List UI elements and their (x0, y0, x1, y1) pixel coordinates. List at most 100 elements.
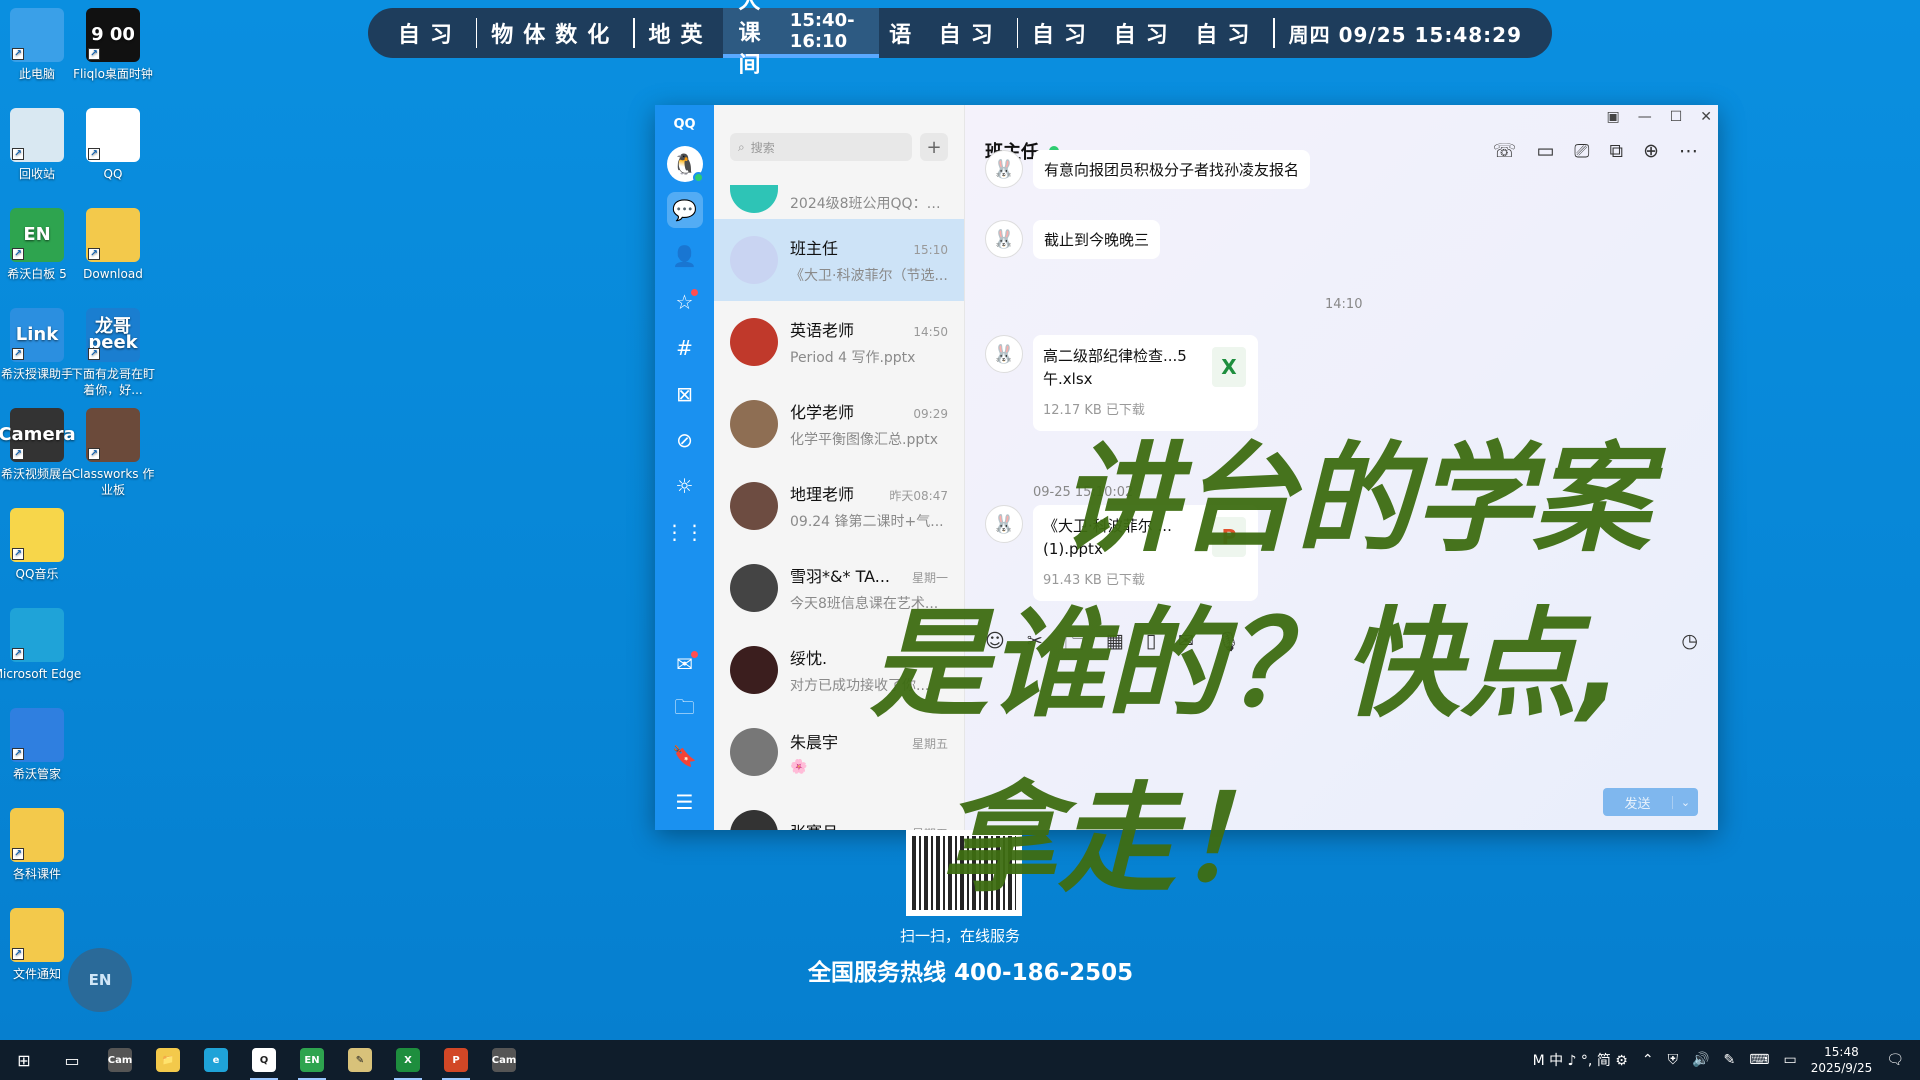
volume-icon[interactable]: 🔊 (1692, 1052, 1709, 1068)
sender-avatar[interactable]: 🐰 (985, 335, 1023, 373)
red-packet-icon[interactable]: ✉ (1178, 630, 1194, 662)
discover-nav-button[interactable]: ⊘ (667, 422, 703, 458)
text-message: 🐰 有意向报团员积极分子者找孙凌友报名 (985, 150, 1311, 189)
desktop-icon[interactable]: ↗ QQ (68, 108, 158, 182)
bookmarks-nav-button[interactable]: 🔖 (667, 738, 703, 774)
screen-share-icon[interactable]: ⎚ (1574, 140, 1589, 162)
history-clock-icon[interactable]: ◷ (1681, 630, 1698, 662)
my-avatar[interactable]: 🐧 (666, 146, 704, 183)
taskbar: ⊞ ▭ Cam 📁 e Q EN ✎ X P Cam M 中 ♪ °, 简 ⚙ ⌃ ⛨ 🔊 ✎ … (0, 1040, 1920, 1080)
file-size-status: 91.43 KB 已下载 (1043, 573, 1145, 588)
shortcut-arrow-icon: ↗ (12, 48, 24, 60)
favorites-nav-button[interactable]: ☆ (667, 284, 703, 320)
taskbar-clock[interactable]: 15:48 2025/9/25 (1811, 1044, 1873, 1076)
taskbar-edge-button[interactable]: e (192, 1040, 240, 1080)
scissors-icon[interactable]: ✂ (1027, 630, 1043, 662)
camera-app-icon: Cam (108, 1048, 132, 1072)
chat-list-item[interactable]: 地理老师 昨天08:47 09.24 锋第二课时+气... (714, 465, 964, 547)
chevron-down-icon[interactable]: ⌄ (1672, 795, 1698, 809)
messages-nav-button[interactable]: 💬 (666, 192, 703, 228)
file-message: 🐰 高二级部纪律检查...5午.xlsx 12.17 KB 已下载 X (985, 335, 1258, 431)
unread-dot (690, 289, 698, 296)
taskbar-qq-button[interactable]: Q (240, 1040, 288, 1080)
sender-avatar[interactable]: 🐰 (985, 220, 1023, 258)
message-bubble[interactable]: 有意向报团员积极分子者找孙凌友报名 (1033, 150, 1311, 189)
display-icon[interactable]: ▭ (1783, 1052, 1796, 1068)
chat-list-item[interactable]: 英语老师 14:50 Period 4 写作.pptx (714, 301, 964, 383)
person-icon: 👤 (672, 244, 697, 268)
powerpoint-icon: P (444, 1048, 468, 1072)
chevron-up-icon[interactable]: ⌃ (1642, 1052, 1654, 1068)
microphone-icon[interactable]: 🎙 (1216, 630, 1240, 662)
file-card[interactable]: 高二级部纪律检查...5午.xlsx 12.17 KB 已下载 X (1033, 335, 1258, 431)
chat-list-item[interactable]: 雪羽*&* TA... 星期一 今天8班信息课在艺术... (714, 547, 964, 629)
chat-list-item[interactable]: 2024级8班公用QQ：作... (714, 171, 964, 219)
sender-avatar[interactable]: 🐰 (985, 505, 1023, 543)
more-options-icon[interactable]: ⋯ (1679, 140, 1698, 162)
ime-indicator[interactable]: M 中 ♪ °, 简 ⚙ (1533, 1050, 1628, 1070)
menu-button[interactable]: ☰ (667, 784, 703, 820)
taskbar-camera-app-2-button[interactable]: Cam (480, 1040, 528, 1080)
taskbar-camera-app-button[interactable]: Cam (96, 1040, 144, 1080)
video-call-icon[interactable]: ▭ (1536, 140, 1554, 162)
desktop-icon[interactable]: 龙哥 peek ↗ 下面有龙哥在盯着你，好... (68, 308, 158, 398)
message-bubble[interactable]: 截止到今晚晚三 (1033, 220, 1161, 259)
shortcut-arrow-icon: ↗ (88, 348, 100, 360)
search-input[interactable]: ⌕ 搜索 (730, 133, 912, 161)
notifications-icon[interactable]: 🗨 (1886, 1052, 1904, 1068)
pin-icon[interactable]: ▣ (1606, 109, 1619, 125)
contacts-nav-button[interactable]: 👤 (667, 238, 703, 274)
chat-list-item[interactable]: 班主任 15:10 《大卫·科波菲尔（节选... (714, 219, 964, 301)
system-tray: M 中 ♪ °, 简 ⚙ ⌃ ⛨ 🔊 ✎ ⌨ ▭ 15:48 2025/9/25… (1533, 1040, 1920, 1080)
chat-meta: 张骞月星期五 (790, 819, 948, 830)
pen-icon[interactable]: ✎ (1724, 1052, 1736, 1068)
chat-list-item[interactable]: 朱晨宇 星期五 🌸 (714, 711, 964, 793)
contact-avatar (730, 646, 778, 694)
keyboard-icon[interactable]: ⌨ (1749, 1052, 1769, 1068)
close-button[interactable]: ✕ (1700, 109, 1712, 125)
desktop-icon[interactable]: 9 00 ↗ Fliqlo桌面时钟 (68, 8, 158, 82)
remote-assist-icon[interactable]: ⧉ (1610, 140, 1624, 162)
shortcut-arrow-icon: ↗ (12, 948, 24, 960)
window-controls: ▣ — ☐ ✕ (1606, 109, 1712, 125)
more-apps-button[interactable]: ⋮⋮ (665, 514, 705, 550)
desktop-icon[interactable]: ↗ 各科课件 (0, 808, 82, 882)
games-nav-button[interactable]: ⊠ (667, 376, 703, 412)
file-card[interactable]: 《大卫·科波菲尔 ... (1).pptx 91.43 KB 已下载 P (1033, 505, 1258, 601)
search-placeholder: 搜索 (750, 140, 775, 155)
add-member-icon[interactable]: ⊕ (1643, 140, 1659, 162)
conversation-pane: ▣ — ☐ ✕ 班主任 ☏ ▭ ⎚ ⧉ ⊕ ⋯ 🐰有意向报团 (965, 105, 1718, 830)
mail-nav-button[interactable]: ✉ (667, 646, 703, 682)
minimize-button[interactable]: — (1638, 109, 1652, 125)
desktop-icon[interactable]: ↗ Download (68, 208, 158, 282)
desktop-icon[interactable]: ↗ Microsoft Edge (0, 608, 82, 682)
add-button[interactable]: + (920, 133, 948, 161)
files-nav-button[interactable]: 🗀 (667, 692, 703, 728)
sender-avatar[interactable]: 🐰 (985, 150, 1023, 188)
image-icon[interactable]: ▦ (1106, 630, 1124, 662)
schedule-separator (633, 18, 635, 48)
chat-list-item[interactable]: 化学老师 09:29 化学平衡图像汇总.pptx (714, 383, 964, 465)
start-button[interactable]: ⊞ (0, 1040, 48, 1080)
taskbar-excel-button[interactable]: X (384, 1040, 432, 1080)
desktop-icon[interactable]: ↗ Classworks 作业板 (68, 408, 158, 498)
taskbar-powerpoint-button[interactable]: P (432, 1040, 480, 1080)
weather-nav-button[interactable]: ☼ (667, 468, 703, 504)
send-button[interactable]: 发送 ⌄ (1603, 788, 1698, 816)
security-icon[interactable]: ⛨ (1668, 1052, 1679, 1068)
desktop-icon[interactable]: ↗ 希沃管家 (0, 708, 82, 782)
chat-list-item[interactable]: 张骞月星期五 (714, 793, 964, 830)
taskbar-notes-button[interactable]: ✎ (336, 1040, 384, 1080)
chat-list-item[interactable]: 绥忱. 对方已成功接收了你... (714, 629, 964, 711)
vibrate-icon[interactable]: ▯ (1146, 630, 1156, 662)
emoji-icon[interactable]: ☺ (985, 630, 1005, 662)
desktop-icon[interactable]: ↗ QQ音乐 (0, 508, 82, 582)
phone-icon[interactable]: ☏ (1493, 140, 1517, 162)
taskbar-file-explorer-button[interactable]: 📁 (144, 1040, 192, 1080)
maximize-button[interactable]: ☐ (1670, 109, 1683, 125)
seewo-floating-button[interactable]: EN (68, 948, 132, 1012)
taskbar-seewo-button[interactable]: EN (288, 1040, 336, 1080)
channels-nav-button[interactable]: # (667, 330, 703, 366)
folder-icon[interactable]: 🗀 (1065, 630, 1084, 662)
task-view-button[interactable]: ▭ (48, 1040, 96, 1080)
